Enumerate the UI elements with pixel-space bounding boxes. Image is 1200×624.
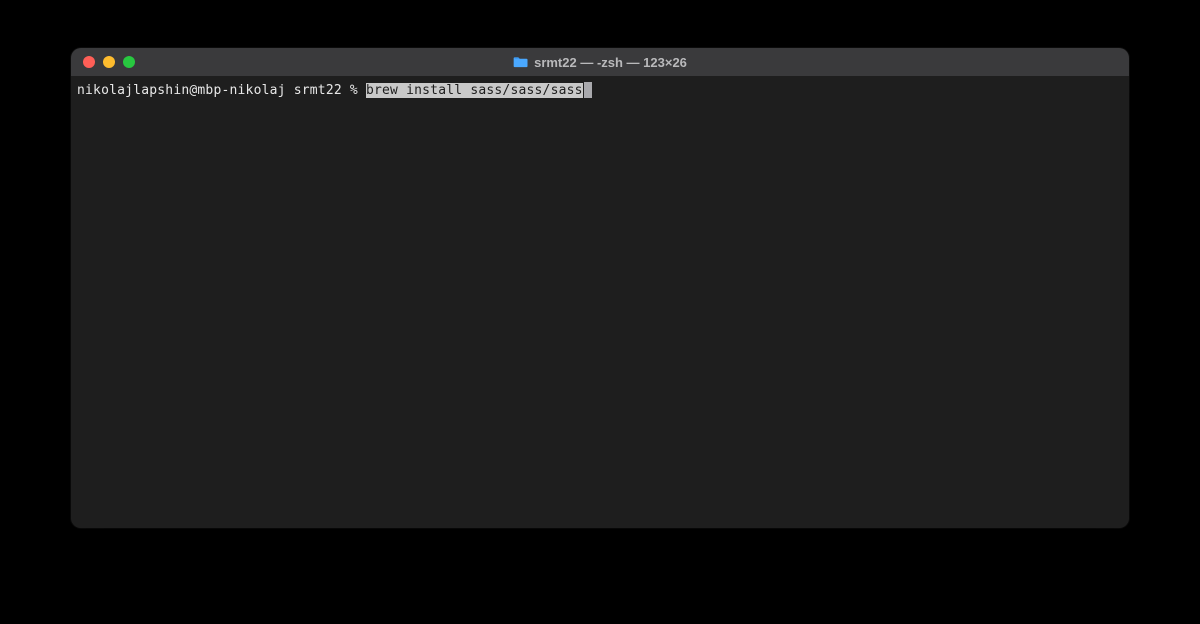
command-text: brew install sass/sass/sass: [366, 83, 583, 98]
cursor: [584, 82, 592, 98]
maximize-button[interactable]: [123, 56, 135, 68]
window-title-text: srmt22 — -zsh — 123×26: [534, 55, 687, 70]
terminal-body[interactable]: nikolajlapshin@mbp-nikolaj srmt22 % brew…: [71, 76, 1129, 528]
shell-prompt: nikolajlapshin@mbp-nikolaj srmt22 %: [77, 83, 366, 98]
terminal-window: srmt22 — -zsh — 123×26 nikolajlapshin@mb…: [71, 48, 1129, 528]
close-button[interactable]: [83, 56, 95, 68]
title-bar[interactable]: srmt22 — -zsh — 123×26: [71, 48, 1129, 76]
folder-icon: [513, 56, 528, 68]
minimize-button[interactable]: [103, 56, 115, 68]
window-title: srmt22 — -zsh — 123×26: [513, 55, 687, 70]
traffic-lights: [71, 56, 135, 68]
